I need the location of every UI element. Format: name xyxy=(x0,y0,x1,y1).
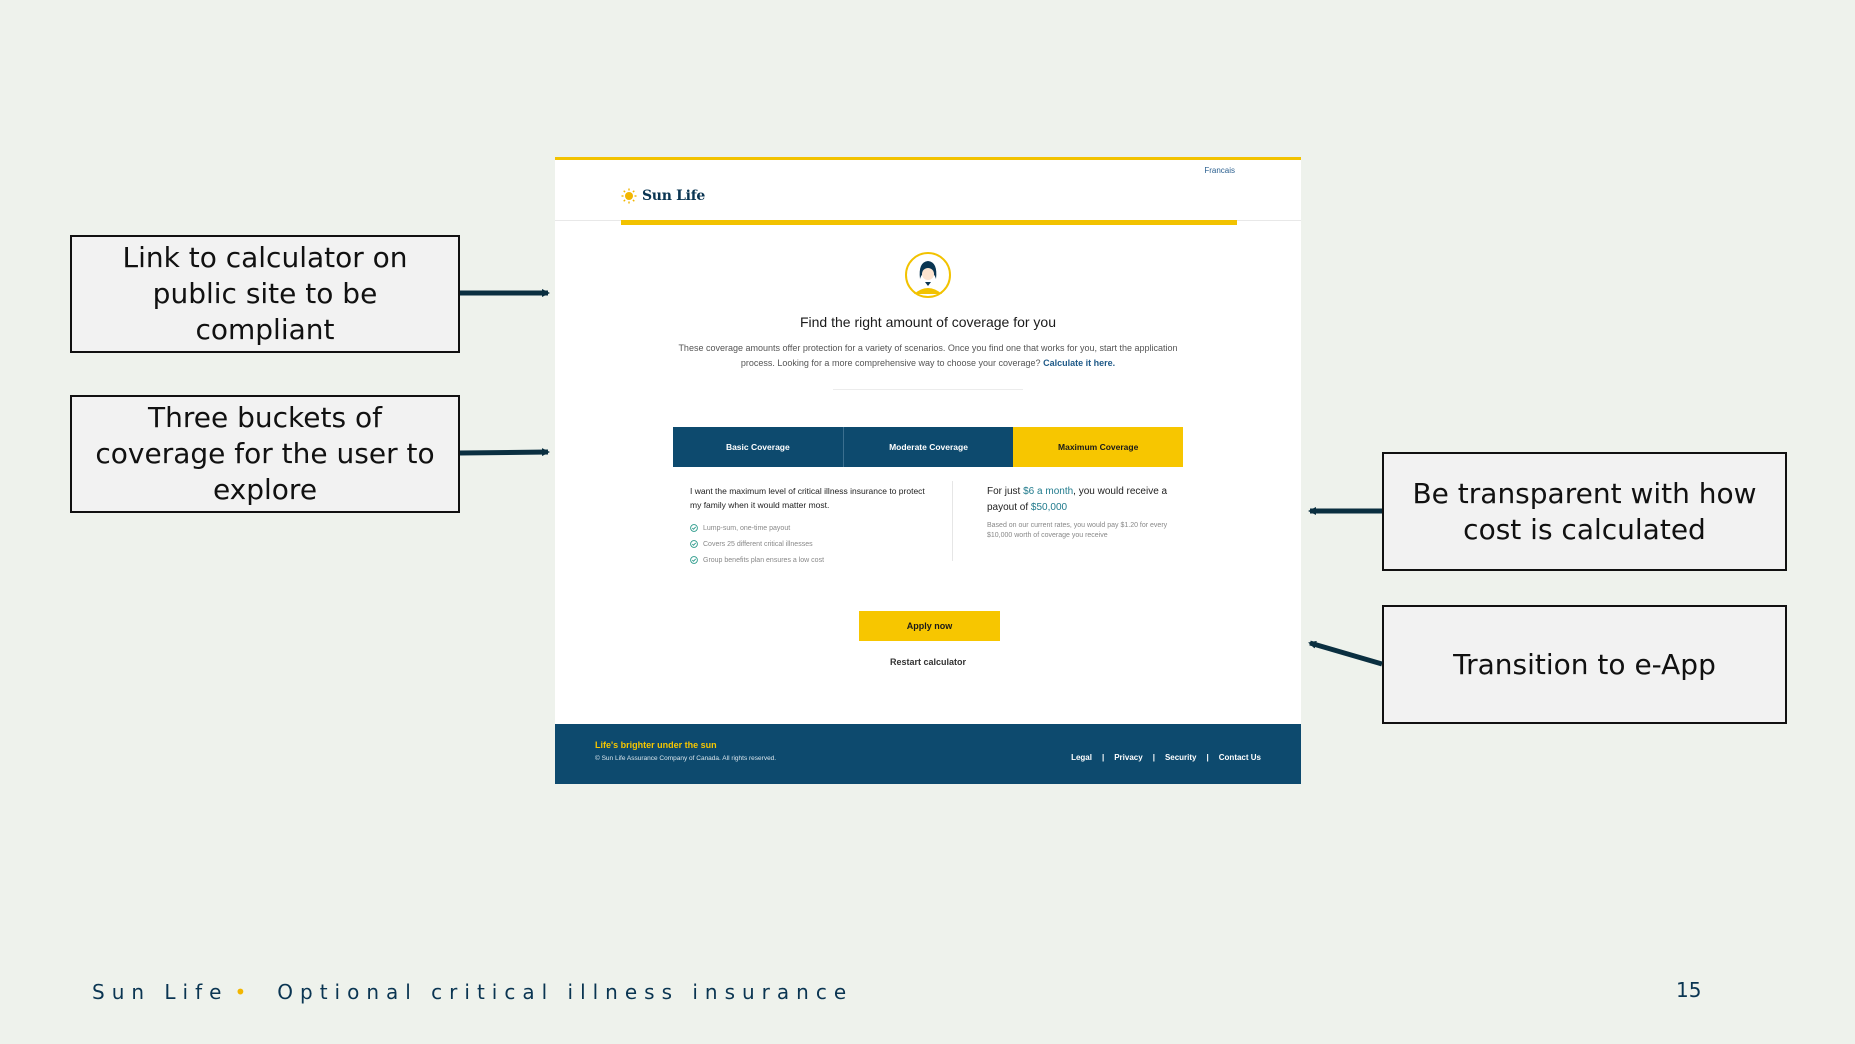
language-link[interactable]: Francais xyxy=(1204,166,1235,175)
header-accent-bar xyxy=(621,220,1237,225)
footer-separator: | xyxy=(1101,753,1105,762)
section-divider xyxy=(833,389,1023,390)
feature-text: Lump-sum, one-time payout xyxy=(703,524,791,532)
footer-dot: • xyxy=(234,980,254,1004)
footer-separator: | xyxy=(1152,753,1155,762)
tab-maximum-coverage[interactable]: Maximum Coverage xyxy=(1013,427,1184,467)
arrow-icon xyxy=(459,448,550,457)
footer-link-legal[interactable]: Legal xyxy=(1071,753,1092,762)
column-divider xyxy=(952,481,953,561)
sun-logo-icon xyxy=(621,188,637,204)
monthly-cost: $6 a month xyxy=(1023,486,1074,497)
calculate-link[interactable]: Calculate it here. xyxy=(1043,358,1115,368)
slide-footer-brand: Sun Life xyxy=(92,980,229,1004)
feature-item: Covers 25 different critical illnesses xyxy=(690,536,925,552)
price-note: Based on our current rates, you would pa… xyxy=(987,522,1168,539)
page-description: These coverage amounts offer protection … xyxy=(673,341,1183,371)
footer-link-security[interactable]: Security xyxy=(1165,753,1197,762)
feature-item: Group benefits plan ensures a low cost xyxy=(690,552,925,568)
page-number: 15 xyxy=(1676,978,1702,1002)
payout-amount: $50,000 xyxy=(1030,502,1068,513)
coverage-lead-text: I want the maximum level of critical ill… xyxy=(690,486,925,510)
footer-link-contact-us[interactable]: Contact Us xyxy=(1219,753,1261,762)
price-statement: For just $6 a month, you would receive a… xyxy=(987,484,1177,516)
callout-link-calculator: Link to calculator on public site to be … xyxy=(70,235,460,353)
slide-footer: Sun Life • Optional critical illness ins… xyxy=(92,980,853,1004)
price-prefix: For just xyxy=(987,486,1024,497)
arrow-icon xyxy=(1308,640,1383,667)
callout-transition-eapp: Transition to e-App xyxy=(1382,605,1787,724)
apply-now-button[interactable]: Apply now xyxy=(859,611,1000,641)
feature-text: Group benefits plan ensures a low cost xyxy=(703,556,825,564)
calculator-page-mockup: Francais Sun Life Find the right amount … xyxy=(555,157,1301,784)
check-circle-icon xyxy=(690,540,698,548)
tab-basic-coverage[interactable]: Basic Coverage xyxy=(673,427,844,467)
callout-three-buckets: Three buckets of coverage for the user t… xyxy=(70,395,460,513)
feature-item: Lump-sum, one-time payout xyxy=(690,520,925,536)
coverage-details: I want the maximum level of critical ill… xyxy=(690,484,925,568)
brand-name: Sun Life xyxy=(642,188,706,204)
footer-tagline: Life's brighter under the sun xyxy=(595,740,717,750)
check-circle-icon xyxy=(690,556,698,564)
feature-text: Covers 25 different critical illnesses xyxy=(703,540,813,548)
avatar-icon xyxy=(905,252,951,298)
restart-calculator-link[interactable]: Restart calculator xyxy=(555,657,1301,667)
slide-footer-title: Optional critical illness insurance xyxy=(277,980,854,1004)
footer-separator: | xyxy=(1206,753,1209,762)
check-circle-icon xyxy=(690,524,698,532)
footer-link-privacy[interactable]: Privacy xyxy=(1114,753,1142,762)
coverage-tabs: Basic Coverage Moderate Coverage Maximum… xyxy=(673,427,1184,467)
cost-summary: For just $6 a month, you would receive a… xyxy=(987,484,1177,541)
footer-links: Legal | Privacy | Security | Contact Us xyxy=(1071,753,1261,762)
footer-copyright: © Sun Life Assurance Company of Canada. … xyxy=(595,755,777,762)
callout-transparent-cost: Be transparent with how cost is calculat… xyxy=(1382,452,1787,571)
brand-logo[interactable]: Sun Life xyxy=(621,188,705,204)
tab-moderate-coverage[interactable]: Moderate Coverage xyxy=(843,427,1014,467)
site-footer: Life's brighter under the sun © Sun Life… xyxy=(555,724,1301,784)
page-title: Find the right amount of coverage for yo… xyxy=(799,314,1057,330)
